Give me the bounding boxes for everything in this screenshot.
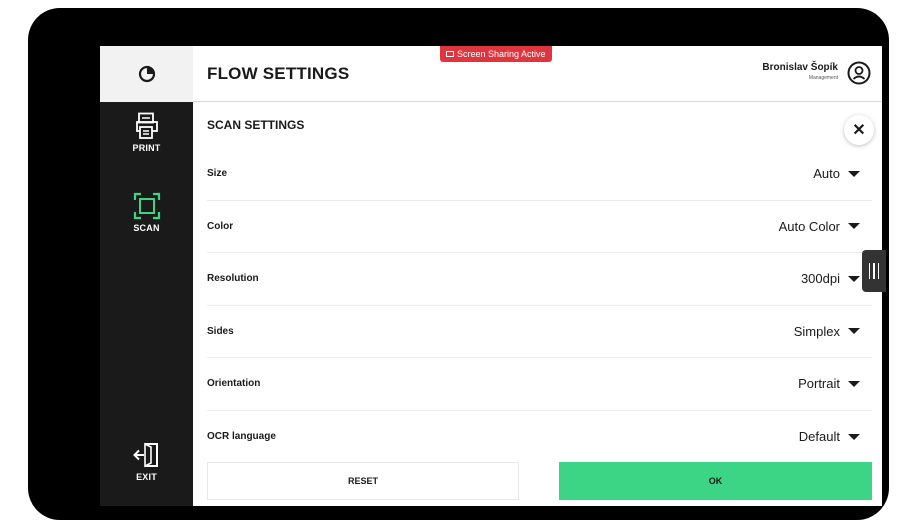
setting-value: Simplex: [793, 323, 840, 339]
grip-icon: [868, 263, 871, 279]
sidebar-item-print[interactable]: PRINT: [100, 112, 193, 153]
close-button[interactable]: ✕: [844, 115, 874, 145]
caret-down-icon: [848, 380, 860, 387]
setting-row-ocr-language: OCR language Default: [207, 411, 872, 464]
caret-down-icon: [848, 170, 860, 177]
screen-sharing-badge: Screen Sharing Active: [440, 46, 552, 62]
user-name: Bronislav Šopík: [762, 62, 838, 73]
setting-label: Sides: [207, 325, 234, 337]
settings-list: Size Auto Color Auto Color Resolution 30…: [207, 148, 872, 463]
caret-down-icon: [848, 328, 860, 335]
size-dropdown[interactable]: Auto: [813, 166, 872, 181]
user-account-button[interactable]: [846, 60, 872, 91]
setting-row-sides: Sides Simplex: [207, 306, 872, 358]
setting-label: Resolution: [207, 273, 259, 285]
setting-row-resolution: Resolution 300dpi: [207, 253, 872, 306]
sidebar-item-label: PRINT: [132, 143, 161, 153]
color-dropdown[interactable]: Auto Color: [779, 219, 872, 234]
close-icon: ✕: [852, 122, 866, 139]
section-title: SCAN SETTINGS: [207, 118, 305, 132]
printer-icon: [135, 112, 158, 139]
ocr-language-dropdown[interactable]: Default: [799, 429, 872, 444]
main-panel: FLOW SETTINGS Screen Sharing Active Bron…: [193, 46, 882, 506]
side-panel-handle[interactable]: [862, 250, 886, 292]
user-icon: [847, 61, 871, 85]
app-logo: [100, 46, 193, 102]
setting-row-orientation: Orientation Portrait: [207, 358, 872, 411]
setting-label: OCR language: [207, 431, 276, 443]
setting-label: Orientation: [207, 378, 261, 390]
app-screen: PRINT SCAN EXIT FLOW SETTINGS Screen Sha…: [100, 46, 882, 506]
setting-value: Auto Color: [778, 218, 840, 234]
device-frame: PRINT SCAN EXIT FLOW SETTINGS Screen Sha…: [28, 8, 889, 520]
scan-icon: [133, 192, 160, 220]
setting-value: Default: [798, 429, 840, 445]
setting-value: Portrait: [798, 376, 840, 392]
sides-dropdown[interactable]: Simplex: [794, 324, 872, 339]
sidebar-item-label: SCAN: [133, 223, 160, 233]
ok-button[interactable]: OK: [559, 462, 872, 500]
caret-down-icon: [848, 223, 860, 230]
sidebar-item-label: EXIT: [136, 472, 157, 482]
screen-sharing-label: Screen Sharing Active: [457, 49, 546, 59]
footer-actions: RESET OK: [207, 462, 872, 500]
setting-value: Auto: [813, 166, 840, 182]
setting-row-color: Color Auto Color: [207, 201, 872, 253]
setting-value: 300dpi: [800, 271, 840, 287]
setting-row-size: Size Auto: [207, 148, 872, 201]
header: FLOW SETTINGS Screen Sharing Active Bron…: [193, 46, 882, 102]
setting-label: Color: [207, 220, 234, 232]
page-title: FLOW SETTINGS: [207, 64, 350, 83]
screen-icon: [446, 51, 454, 57]
sidebar-item-scan[interactable]: SCAN: [100, 192, 193, 233]
exit-icon: [132, 442, 158, 468]
setting-label: Size: [207, 168, 228, 180]
orientation-dropdown[interactable]: Portrait: [798, 376, 872, 391]
sidebar-item-exit[interactable]: EXIT: [100, 441, 193, 482]
user-role: Management: [808, 75, 838, 81]
sidebar: PRINT SCAN EXIT: [100, 46, 193, 506]
logo-icon: [138, 65, 155, 83]
caret-down-icon: [848, 275, 860, 282]
caret-down-icon: [848, 433, 860, 440]
reset-button[interactable]: RESET: [207, 462, 519, 500]
